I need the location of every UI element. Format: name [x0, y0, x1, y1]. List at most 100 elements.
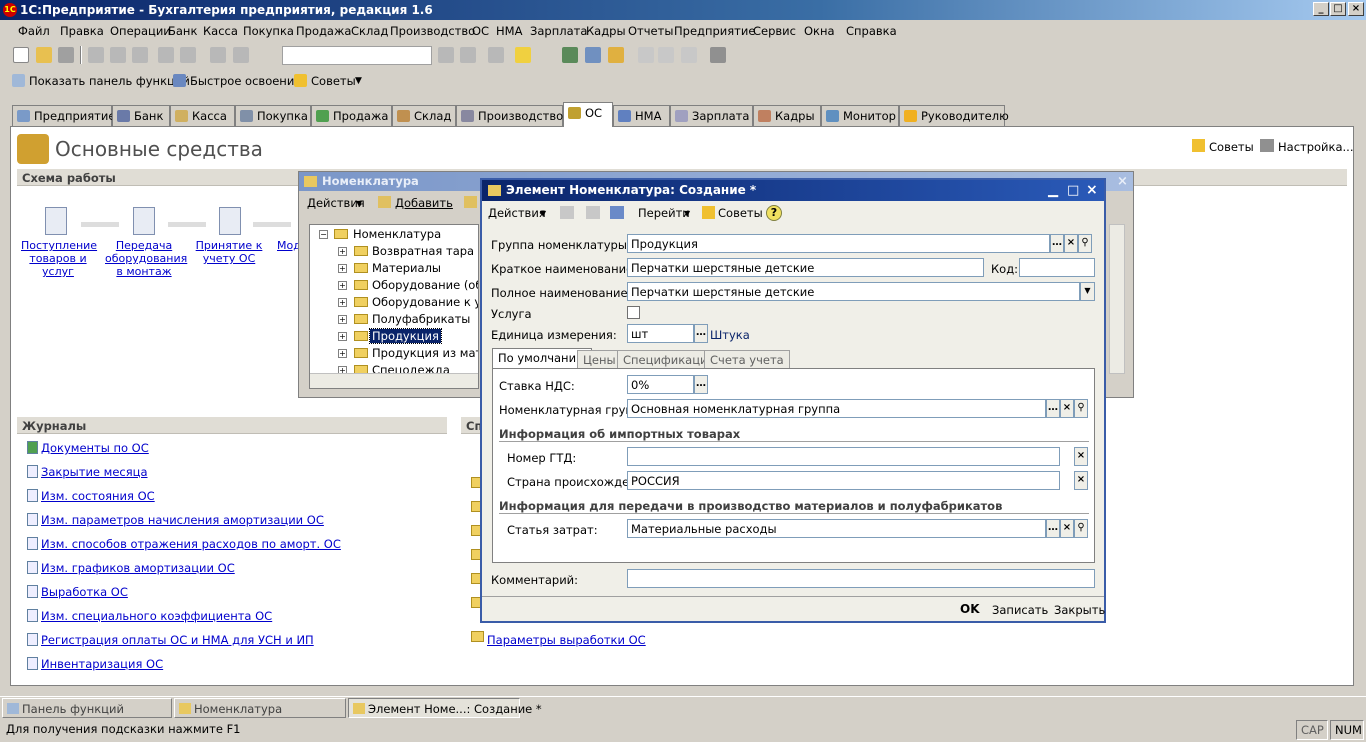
menu-help[interactable]: Справка	[846, 24, 897, 38]
tools-icon[interactable]	[710, 47, 726, 63]
menu-edit[interactable]: Правка	[60, 24, 104, 38]
tab-cash[interactable]: Касса	[170, 105, 235, 126]
tab-salary[interactable]: Зарплата	[670, 105, 753, 126]
menu-reports[interactable]: Отчеты	[628, 24, 673, 38]
menu-operations[interactable]: Операции	[110, 24, 171, 38]
save-icon[interactable]	[58, 47, 74, 63]
calendar-icon[interactable]	[585, 47, 601, 63]
select-button[interactable]: …	[1046, 399, 1060, 418]
find-icon[interactable]	[438, 47, 454, 63]
clear-icon[interactable]: ×	[1060, 399, 1074, 418]
tree-item[interactable]: +Оборудование (объек	[310, 277, 478, 294]
close-button[interactable]: ×	[1348, 2, 1364, 16]
memory-m-icon[interactable]	[638, 47, 654, 63]
menu-production[interactable]: Производство	[390, 24, 475, 38]
open-icon[interactable]: ⚲	[1074, 399, 1088, 418]
close-dialog-button[interactable]: Закрыть	[1054, 603, 1105, 617]
close-icon[interactable]: ×	[1117, 172, 1128, 191]
show-panel-button[interactable]: Показать панель функций	[29, 74, 190, 88]
journal-link[interactable]: Изм. параметров начисления амортизации О…	[41, 513, 324, 527]
menu-salary[interactable]: Зарплата	[530, 24, 587, 38]
panel-settings-button[interactable]: Настройка...	[1278, 140, 1354, 154]
tab-warehouse[interactable]: Склад	[392, 105, 456, 126]
menu-warehouse[interactable]: Склад	[351, 24, 388, 38]
tab-prices[interactable]: Цены	[577, 350, 622, 368]
tab-staff[interactable]: Кадры	[753, 105, 821, 126]
clear-icon[interactable]: ×	[1060, 519, 1074, 538]
menu-windows[interactable]: Окна	[804, 24, 835, 38]
tree-item[interactable]: +Продукция из матери	[310, 345, 478, 362]
select-button[interactable]: …	[1046, 519, 1060, 538]
tree-item-root[interactable]: − Номенклатура	[310, 226, 470, 243]
print-icon[interactable]	[158, 47, 174, 63]
panel-tips-button[interactable]: Советы	[1209, 140, 1254, 154]
memory-mplus-icon[interactable]	[658, 47, 674, 63]
journal-link[interactable]: Инвентаризация ОС	[41, 657, 163, 671]
tab-bank[interactable]: Банк	[112, 105, 170, 126]
tab-manager[interactable]: Руководителю	[899, 105, 1009, 126]
ok-button[interactable]: OK	[960, 602, 980, 616]
tree-item[interactable]: + Возвратная тара	[310, 243, 478, 260]
tips-button[interactable]: Советы	[311, 74, 356, 88]
menu-file[interactable]: Файл	[18, 24, 50, 38]
search-combo-input[interactable]	[282, 46, 432, 65]
select-button[interactable]: …	[694, 375, 708, 394]
help-icon[interactable]	[515, 47, 531, 63]
calculator-icon[interactable]	[562, 47, 578, 63]
menu-bank[interactable]: Банк	[168, 24, 197, 38]
undo-icon[interactable]	[210, 47, 226, 63]
scheme-link-accept[interactable]: Принятие к учету ОС	[195, 239, 263, 265]
tab-purchase[interactable]: Покупка	[235, 105, 311, 126]
journal-link[interactable]: Изм. специального коэффициента ОС	[41, 609, 272, 623]
structure-icon[interactable]	[586, 206, 600, 219]
tree-item[interactable]: +Оборудование к уста	[310, 294, 478, 311]
tab-enterprise[interactable]: Предприятие	[12, 105, 115, 126]
menu-purchase[interactable]: Покупка	[243, 24, 294, 38]
clear-icon[interactable]: ×	[1064, 234, 1078, 253]
select-button[interactable]: …	[694, 324, 708, 343]
memory-mminus-icon[interactable]	[681, 47, 697, 63]
tree-item-selected[interactable]: + Продукция	[310, 328, 478, 345]
open-folder-icon[interactable]	[36, 47, 52, 63]
vat-field[interactable]: 0%	[627, 375, 694, 394]
windows-icon[interactable]	[488, 47, 504, 63]
unit-field[interactable]: шт	[627, 324, 694, 343]
open-icon[interactable]: ⚲	[1078, 234, 1092, 253]
nomgroup-field[interactable]: Основная номенклатурная группа	[627, 399, 1046, 418]
close-icon[interactable]: ×	[1086, 180, 1098, 201]
journal-link[interactable]: Изм. состояния ОС	[41, 489, 155, 503]
task-nomenclature[interactable]: Номенклатура	[174, 698, 346, 718]
tab-nma[interactable]: НМА	[613, 105, 670, 126]
full-name-field[interactable]: Перчатки шерстяные детские	[627, 282, 1080, 301]
group-field[interactable]: Продукция	[627, 234, 1050, 253]
country-field[interactable]: РОССИЯ	[627, 471, 1060, 490]
comment-field[interactable]	[627, 569, 1095, 588]
menu-staff[interactable]: Кадры	[586, 24, 626, 38]
horizontal-scrollbar[interactable]	[310, 373, 478, 388]
journal-link[interactable]: Изм. графиков амортизации ОС	[41, 561, 235, 575]
paste-icon[interactable]	[132, 47, 148, 63]
folder-icon[interactable]	[464, 196, 477, 208]
bulb-icon[interactable]	[608, 47, 624, 63]
menu-os[interactable]: ОС	[472, 24, 489, 38]
menu-nma[interactable]: НМА	[496, 24, 522, 38]
chevron-down-icon[interactable]: ▼	[355, 76, 362, 86]
code-field[interactable]	[1019, 258, 1095, 277]
journal-link[interactable]: Документы по ОС	[41, 441, 149, 455]
clear-icon[interactable]: ×	[1074, 447, 1088, 466]
save-button[interactable]: Записать	[992, 603, 1048, 617]
find-next-icon[interactable]	[460, 47, 476, 63]
back-icon[interactable]	[560, 206, 574, 219]
task-functions-panel[interactable]: Панель функций	[2, 698, 172, 718]
ref-link-output-params[interactable]: Параметры выработки ОС	[487, 633, 646, 647]
journal-link[interactable]: Закрытие месяца	[41, 465, 148, 479]
tree-item[interactable]: + Материалы	[310, 260, 478, 277]
new-document-icon[interactable]	[13, 47, 29, 63]
menu-sales[interactable]: Продажа	[296, 24, 351, 38]
dialog-tips-button[interactable]: Советы	[718, 206, 763, 220]
dialog-actions-menu[interactable]: Действия	[488, 206, 546, 220]
journal-link[interactable]: Регистрация оплаты ОС и НМА для УСН и ИП	[41, 633, 314, 647]
journal-link[interactable]: Изм. способов отражения расходов по амор…	[41, 537, 341, 551]
scheme-link-transfer[interactable]: Передача оборудования в монтаж	[105, 239, 187, 278]
tab-production[interactable]: Производство	[456, 105, 563, 126]
